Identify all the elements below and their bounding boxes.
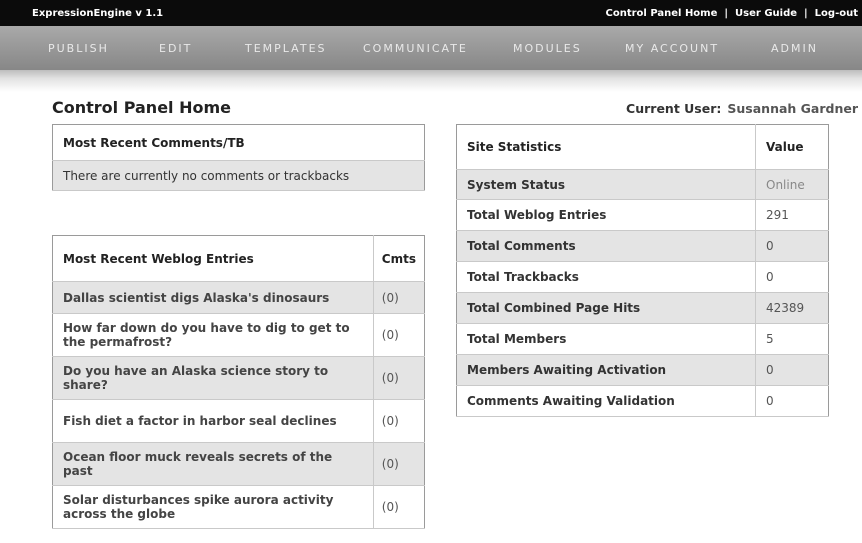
table-row: Total Members 5	[456, 323, 829, 355]
table-row: Ocean floor muck reveals secrets of the …	[52, 442, 425, 486]
table-row: Fish diet a factor in harbor seal declin…	[52, 399, 425, 443]
recent-comments-header: Most Recent Comments/TB	[52, 124, 425, 161]
separator: |	[724, 7, 729, 19]
current-user-name: Susannah Gardner	[727, 101, 858, 116]
stat-value: 0	[755, 230, 829, 262]
entry-title-link[interactable]: Fish diet a factor in harbor seal declin…	[52, 399, 374, 443]
logout-link[interactable]: Log-out	[815, 8, 858, 19]
tab-edit[interactable]: EDIT	[159, 42, 245, 55]
stat-label: Comments Awaiting Validation	[456, 385, 756, 417]
stat-value: 42389	[755, 292, 829, 324]
stat-label: System Status	[456, 169, 756, 200]
tab-publish[interactable]: PUBLISH	[48, 42, 159, 55]
tab-admin[interactable]: ADMIN	[771, 42, 818, 55]
entry-comment-count[interactable]: (0)	[372, 485, 425, 529]
site-statistics-header: Site Statistics	[456, 124, 756, 170]
control-panel-home-link[interactable]: Control Panel Home	[606, 8, 718, 19]
stat-value: 291	[755, 199, 829, 231]
tab-my-account[interactable]: MY ACCOUNT	[625, 42, 771, 55]
table-row: Total Comments 0	[456, 230, 829, 262]
entry-title-link[interactable]: Dallas scientist digs Alaska's dinosaurs	[52, 281, 374, 314]
current-user-label: Current User:	[626, 101, 722, 116]
stat-label: Total Combined Page Hits	[456, 292, 756, 324]
table-row: Members Awaiting Activation 0	[456, 354, 829, 386]
stat-label: Total Trackbacks	[456, 261, 756, 293]
top-links: Control Panel Home | User Guide | Log-ou…	[606, 8, 859, 19]
user-guide-link[interactable]: User Guide	[735, 8, 797, 19]
top-bar: ExpressionEngine v 1.1 Control Panel Hom…	[0, 0, 862, 26]
stat-label: Total Weblog Entries	[456, 199, 756, 231]
stat-value: 5	[755, 323, 829, 355]
recent-comments-table: Most Recent Comments/TB There are curren…	[52, 124, 425, 191]
stats-header-row: Site Statistics Value	[456, 124, 829, 170]
recent-entries-table: Most Recent Weblog Entries Cmts Dallas s…	[52, 235, 425, 529]
table-row: Comments Awaiting Validation 0	[456, 385, 829, 417]
table-row: How far down do you have to dig to get t…	[52, 313, 425, 357]
current-user: Current User: Susannah Gardner	[626, 101, 858, 116]
stat-value: 0	[755, 385, 829, 417]
entry-title-link[interactable]: Ocean floor muck reveals secrets of the …	[52, 442, 374, 486]
entry-comment-count[interactable]: (0)	[372, 399, 425, 443]
stat-label: Total Members	[456, 323, 756, 355]
site-statistics-table: Site Statistics Value System Status Onli…	[456, 124, 829, 417]
table-row: Total Trackbacks 0	[456, 261, 829, 293]
entry-title-link[interactable]: Do you have an Alaska science story to s…	[52, 356, 374, 400]
main-nav: PUBLISH EDIT TEMPLATES COMMUNICATE MODUL…	[0, 26, 862, 70]
stat-label: Members Awaiting Activation	[456, 354, 756, 386]
table-row: Do you have an Alaska science story to s…	[52, 356, 425, 400]
page-title: Control Panel Home	[52, 98, 232, 117]
nav-shadow	[0, 70, 862, 92]
no-comments-text: There are currently no comments or track…	[52, 160, 425, 191]
entry-title-link[interactable]: Solar disturbances spike aurora activity…	[52, 485, 374, 529]
comments-count-header: Cmts	[372, 235, 425, 282]
entry-title-link[interactable]: How far down do you have to dig to get t…	[52, 313, 374, 357]
entry-comment-count[interactable]: (0)	[372, 356, 425, 400]
value-header: Value	[755, 124, 829, 170]
entry-comment-count[interactable]: (0)	[372, 281, 425, 314]
tab-templates[interactable]: TEMPLATES	[245, 42, 363, 55]
app-name: ExpressionEngine v 1.1	[32, 7, 164, 19]
table-row: System Status Online	[456, 169, 829, 200]
stat-value: 0	[755, 354, 829, 386]
entry-comment-count[interactable]: (0)	[372, 442, 425, 486]
stat-value: Online	[755, 169, 829, 200]
table-row: Total Combined Page Hits 42389	[456, 292, 829, 324]
table-row: Dallas scientist digs Alaska's dinosaurs…	[52, 281, 425, 314]
entries-header-row: Most Recent Weblog Entries Cmts	[52, 235, 425, 282]
stat-value: 0	[755, 261, 829, 293]
table-row: Solar disturbances spike aurora activity…	[52, 485, 425, 529]
stat-label: Total Comments	[456, 230, 756, 262]
recent-entries-header: Most Recent Weblog Entries	[52, 235, 374, 282]
tab-communicate[interactable]: COMMUNICATE	[363, 42, 513, 55]
separator: |	[804, 7, 808, 19]
tab-modules[interactable]: MODULES	[513, 42, 625, 55]
table-row: Total Weblog Entries 291	[456, 199, 829, 231]
entry-comment-count[interactable]: (0)	[372, 313, 425, 357]
